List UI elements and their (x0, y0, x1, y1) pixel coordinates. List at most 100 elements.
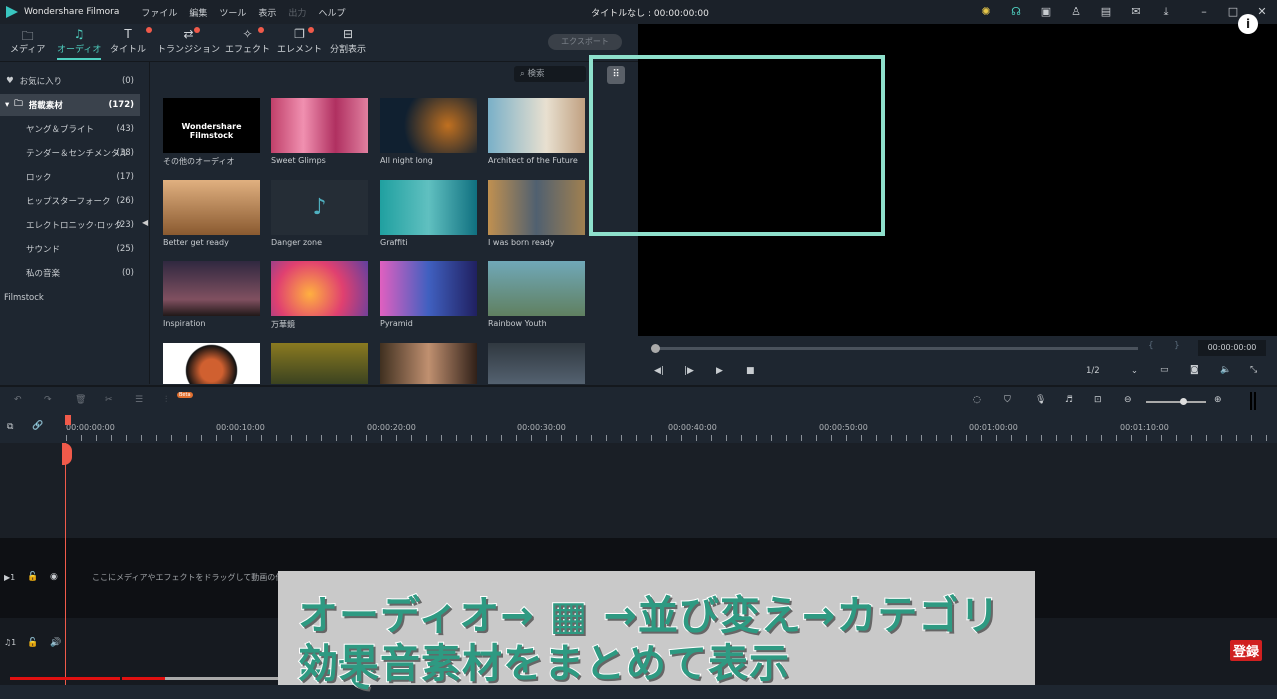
save-icon[interactable]: ▤ (1099, 5, 1113, 19)
undo-icon[interactable]: ↶ (14, 395, 22, 405)
fullscreen-icon[interactable]: ⤡ (1250, 365, 1257, 375)
redo-icon[interactable]: ↷ (44, 395, 52, 405)
eye-icon[interactable]: ◉ (50, 572, 58, 582)
sidebar-item-tender[interactable]: テンダー＆センチメンタル (38) (0, 142, 140, 164)
delete-icon[interactable]: 🗑 (75, 395, 86, 405)
user-icon[interactable]: ♙ (1069, 5, 1083, 19)
audio-card[interactable]: I was born ready (488, 180, 585, 247)
audio-card[interactable]: Rainbow Youth (488, 261, 585, 328)
render-icon[interactable]: ◌ (973, 395, 981, 405)
card-label: その他のオーディオ (163, 157, 235, 166)
scrubber-handle[interactable] (651, 344, 660, 353)
add-track-icon[interactable]: ⧉ (7, 422, 13, 432)
sidebar-item-electronic-rock[interactable]: エレクトロニック·ロック (23) (0, 214, 140, 236)
sidebar-item-young-bright[interactable]: ヤング＆ブライト (43) (0, 118, 140, 140)
audio-card[interactable]: Sweet Glimps (271, 98, 368, 165)
sidebar-item-label: テンダー＆センチメンタル (26, 149, 129, 159)
sidebar-item-filmstock[interactable]: Filmstock (0, 287, 140, 309)
menu-tools[interactable]: ツール (219, 6, 246, 19)
video-progress-played[interactable] (10, 677, 120, 680)
audio-card[interactable] (380, 343, 477, 384)
next-frame-icon[interactable]: |▶ (684, 366, 694, 376)
link-icon[interactable]: 🔗 (32, 421, 43, 431)
lock-icon[interactable]: 🔓 (27, 572, 38, 582)
menu-file[interactable]: ファイル (141, 6, 177, 19)
headset-icon[interactable]: ☊ (1009, 5, 1023, 19)
menu-help[interactable]: ヘルプ (318, 6, 345, 19)
mail-icon[interactable]: ✉ (1129, 5, 1143, 19)
sidebar-item-favorites[interactable]: ♥ お気に入り (0) (0, 70, 140, 92)
speaker-icon[interactable]: 🔊 (50, 638, 61, 648)
marker-icon[interactable]: ⛉ (1004, 395, 1011, 405)
snapshot-icon[interactable]: ◙ (1190, 365, 1199, 375)
audio-card[interactable]: All night long (380, 98, 477, 165)
quality-select[interactable]: 1/2 ⌄ (1078, 363, 1142, 379)
audio-card[interactable]: Graffiti (380, 180, 477, 247)
cut-icon[interactable]: ✂ (105, 395, 113, 405)
tab-transition[interactable]: ⇄ トランジション (157, 27, 220, 55)
gift-icon[interactable]: ▣ (1039, 5, 1053, 19)
mark-out-icon[interactable]: } (1174, 341, 1180, 351)
export-button[interactable]: エクスポート (548, 34, 622, 50)
tab-split[interactable]: ⊟ 分割表示 (330, 27, 366, 55)
sidebar-item-hipster-folk[interactable]: ヒップスターフォーク (26) (0, 190, 140, 212)
zoom-slider-handle[interactable] (1180, 398, 1187, 405)
menu-view[interactable]: 表示 (258, 6, 276, 19)
zoom-in-icon[interactable]: ⊕ (1214, 395, 1222, 405)
playhead-top[interactable] (65, 415, 71, 425)
tab-label: オーディオ (57, 45, 102, 55)
sidebar-item-my-music[interactable]: 私の音楽 (0) (0, 262, 140, 284)
audio-card[interactable] (163, 343, 260, 384)
audio-card[interactable]: Architect of the Future (488, 98, 585, 165)
sidebar-item-count: (26) (116, 196, 134, 206)
mark-in-icon[interactable]: { (1148, 341, 1154, 351)
menu-edit[interactable]: 編集 (189, 6, 207, 19)
play-icon[interactable]: ▶ (716, 366, 723, 376)
audio-card[interactable]: Wondershare Filmstock その他のオーディオ (163, 98, 260, 167)
tab-audio[interactable]: ♫ オーディオ (57, 27, 101, 60)
audio-card[interactable]: Better get ready (163, 180, 260, 247)
audio-mix-icon[interactable]: ♬ (1065, 395, 1073, 405)
audio-card[interactable] (271, 343, 368, 384)
lock-icon[interactable]: 🔓 (27, 638, 38, 648)
audio-card[interactable] (488, 343, 585, 384)
tick-label: 00:00:50:00 (819, 423, 868, 432)
tab-element[interactable]: ❐ エレメント (277, 27, 322, 55)
adjust-icon[interactable]: ☰ (135, 395, 143, 405)
tab-media[interactable]: 🗀 メディア (10, 27, 45, 55)
zoom-slider[interactable] (1146, 401, 1206, 403)
playhead[interactable] (65, 443, 66, 685)
prev-frame-icon[interactable]: ◀| (654, 366, 664, 376)
display-icon[interactable]: ▭ (1160, 365, 1169, 375)
maximize-icon[interactable]: □ (1226, 5, 1240, 19)
collapse-arrow-icon[interactable]: ◀ (142, 218, 148, 227)
search-input[interactable]: ⌕ 検索 (514, 66, 586, 82)
audio-card[interactable]: 万華鏡 (271, 261, 368, 330)
tab-effect[interactable]: ✧ エフェクト (225, 27, 270, 55)
audio-wave-icon[interactable]: ⫶ (165, 395, 167, 405)
close-icon[interactable]: ✕ (1255, 5, 1269, 19)
sidebar-item-builtin[interactable]: ▾ 🗀 搭載素材 (172) (0, 94, 140, 116)
zoom-out-icon[interactable]: ⊖ (1124, 395, 1132, 405)
volume-icon[interactable]: 🔈 (1220, 365, 1231, 375)
lightbulb-icon[interactable]: ✺ (979, 5, 993, 19)
stop-icon[interactable]: ■ (746, 366, 755, 376)
music-icon: ♫ (73, 27, 85, 41)
mic-icon[interactable]: 🎙 (1035, 395, 1046, 405)
fit-icon[interactable]: ⊡ (1094, 395, 1102, 405)
info-icon[interactable]: i (1238, 14, 1258, 34)
tick-label: 00:00:40:00 (668, 423, 717, 432)
video-progress-played-2[interactable] (122, 677, 165, 680)
audio-card[interactable]: ♪ Danger zone (271, 180, 368, 247)
panel-toggle-icon[interactable] (1250, 392, 1256, 410)
audio-card[interactable]: Pyramid (380, 261, 477, 328)
minimize-icon[interactable]: – (1197, 5, 1211, 19)
tab-title[interactable]: T タイトル (110, 27, 153, 55)
menu-output[interactable]: 出力 (288, 6, 306, 19)
subscribe-badge[interactable]: 登録 (1230, 640, 1263, 661)
playback-scrubber[interactable] (654, 347, 1138, 350)
audio-card[interactable]: Inspiration (163, 261, 260, 328)
download-icon[interactable]: ⤓ (1159, 5, 1173, 19)
sidebar-item-sound[interactable]: サウンド (25) (0, 238, 140, 260)
sidebar-item-rock[interactable]: ロック (17) (0, 166, 140, 188)
